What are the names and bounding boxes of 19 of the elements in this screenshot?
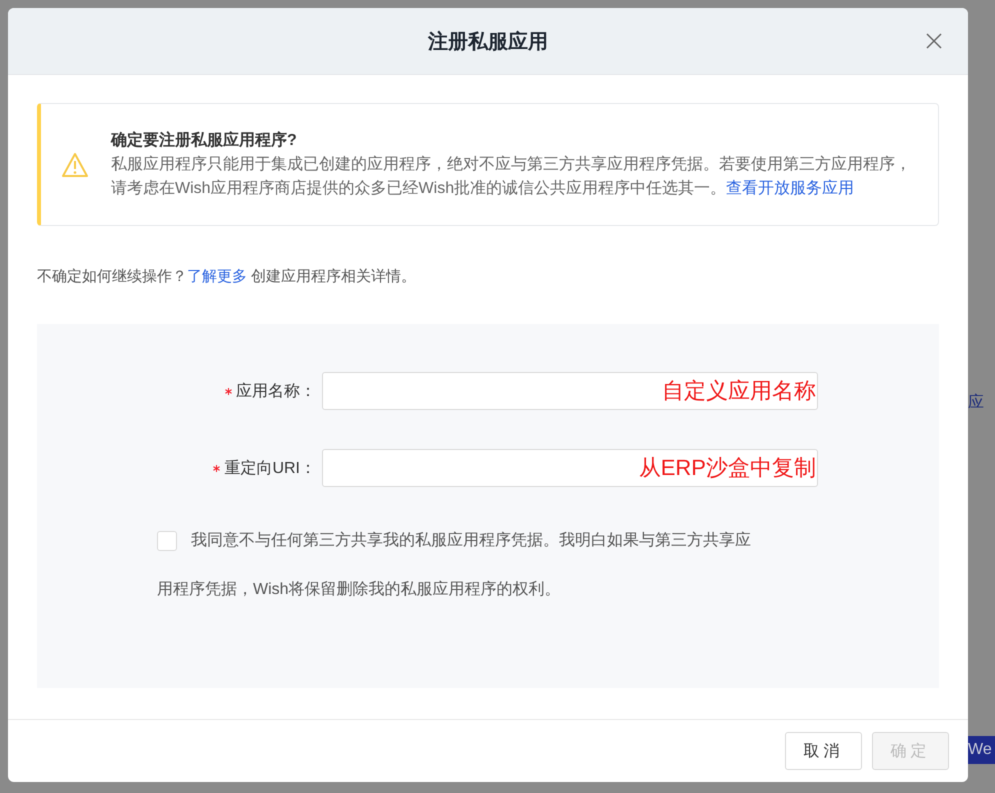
alert-message: 私服应用程序只能用于集成已创建的应用程序，绝对不应与第三方共享应用程序凭据。若要使用第三方应用程序，请考虑在Wish应用程序商店提供的众多已经Wish批准的诚信公共应用程序中任选其一。查看开放服务应用 (111, 154, 912, 199)
field-label: 重定向URI： (224, 458, 316, 478)
annotation-text: 从ERP沙盒中复制 (638, 454, 816, 482)
agreement-text: 用程序凭据，Wish将保留删除我的私服应用程序的权利。 (157, 580, 561, 600)
open-services-link[interactable]: 查看开放服务应用 (726, 180, 854, 197)
field-label: 应用名称： (236, 382, 316, 402)
input-field[interactable] (322, 372, 818, 410)
input-field[interactable] (322, 449, 818, 487)
learn-more-link[interactable]: 了解更多 (187, 268, 247, 285)
close-icon[interactable] (926, 33, 942, 49)
dialog-title: 注册私服应用 (428, 30, 548, 54)
warning-icon (61, 152, 89, 178)
agreement-checkbox[interactable] (157, 530, 177, 550)
page-text: 应 (968, 392, 984, 413)
annotation-text: 自定义应用名称 (662, 377, 816, 405)
agreement-text: 我同意不与任何第三方共享我的私服应用程序凭据。我明白如果与第三方共享应 (191, 530, 751, 551)
alert-title: 确定要注册私服应用程序? (111, 130, 298, 151)
cancel-button[interactable]: 取消 (785, 732, 862, 770)
help-text: 不确定如何继续操作？了解更多 创建应用程序相关详情。 (37, 267, 418, 287)
